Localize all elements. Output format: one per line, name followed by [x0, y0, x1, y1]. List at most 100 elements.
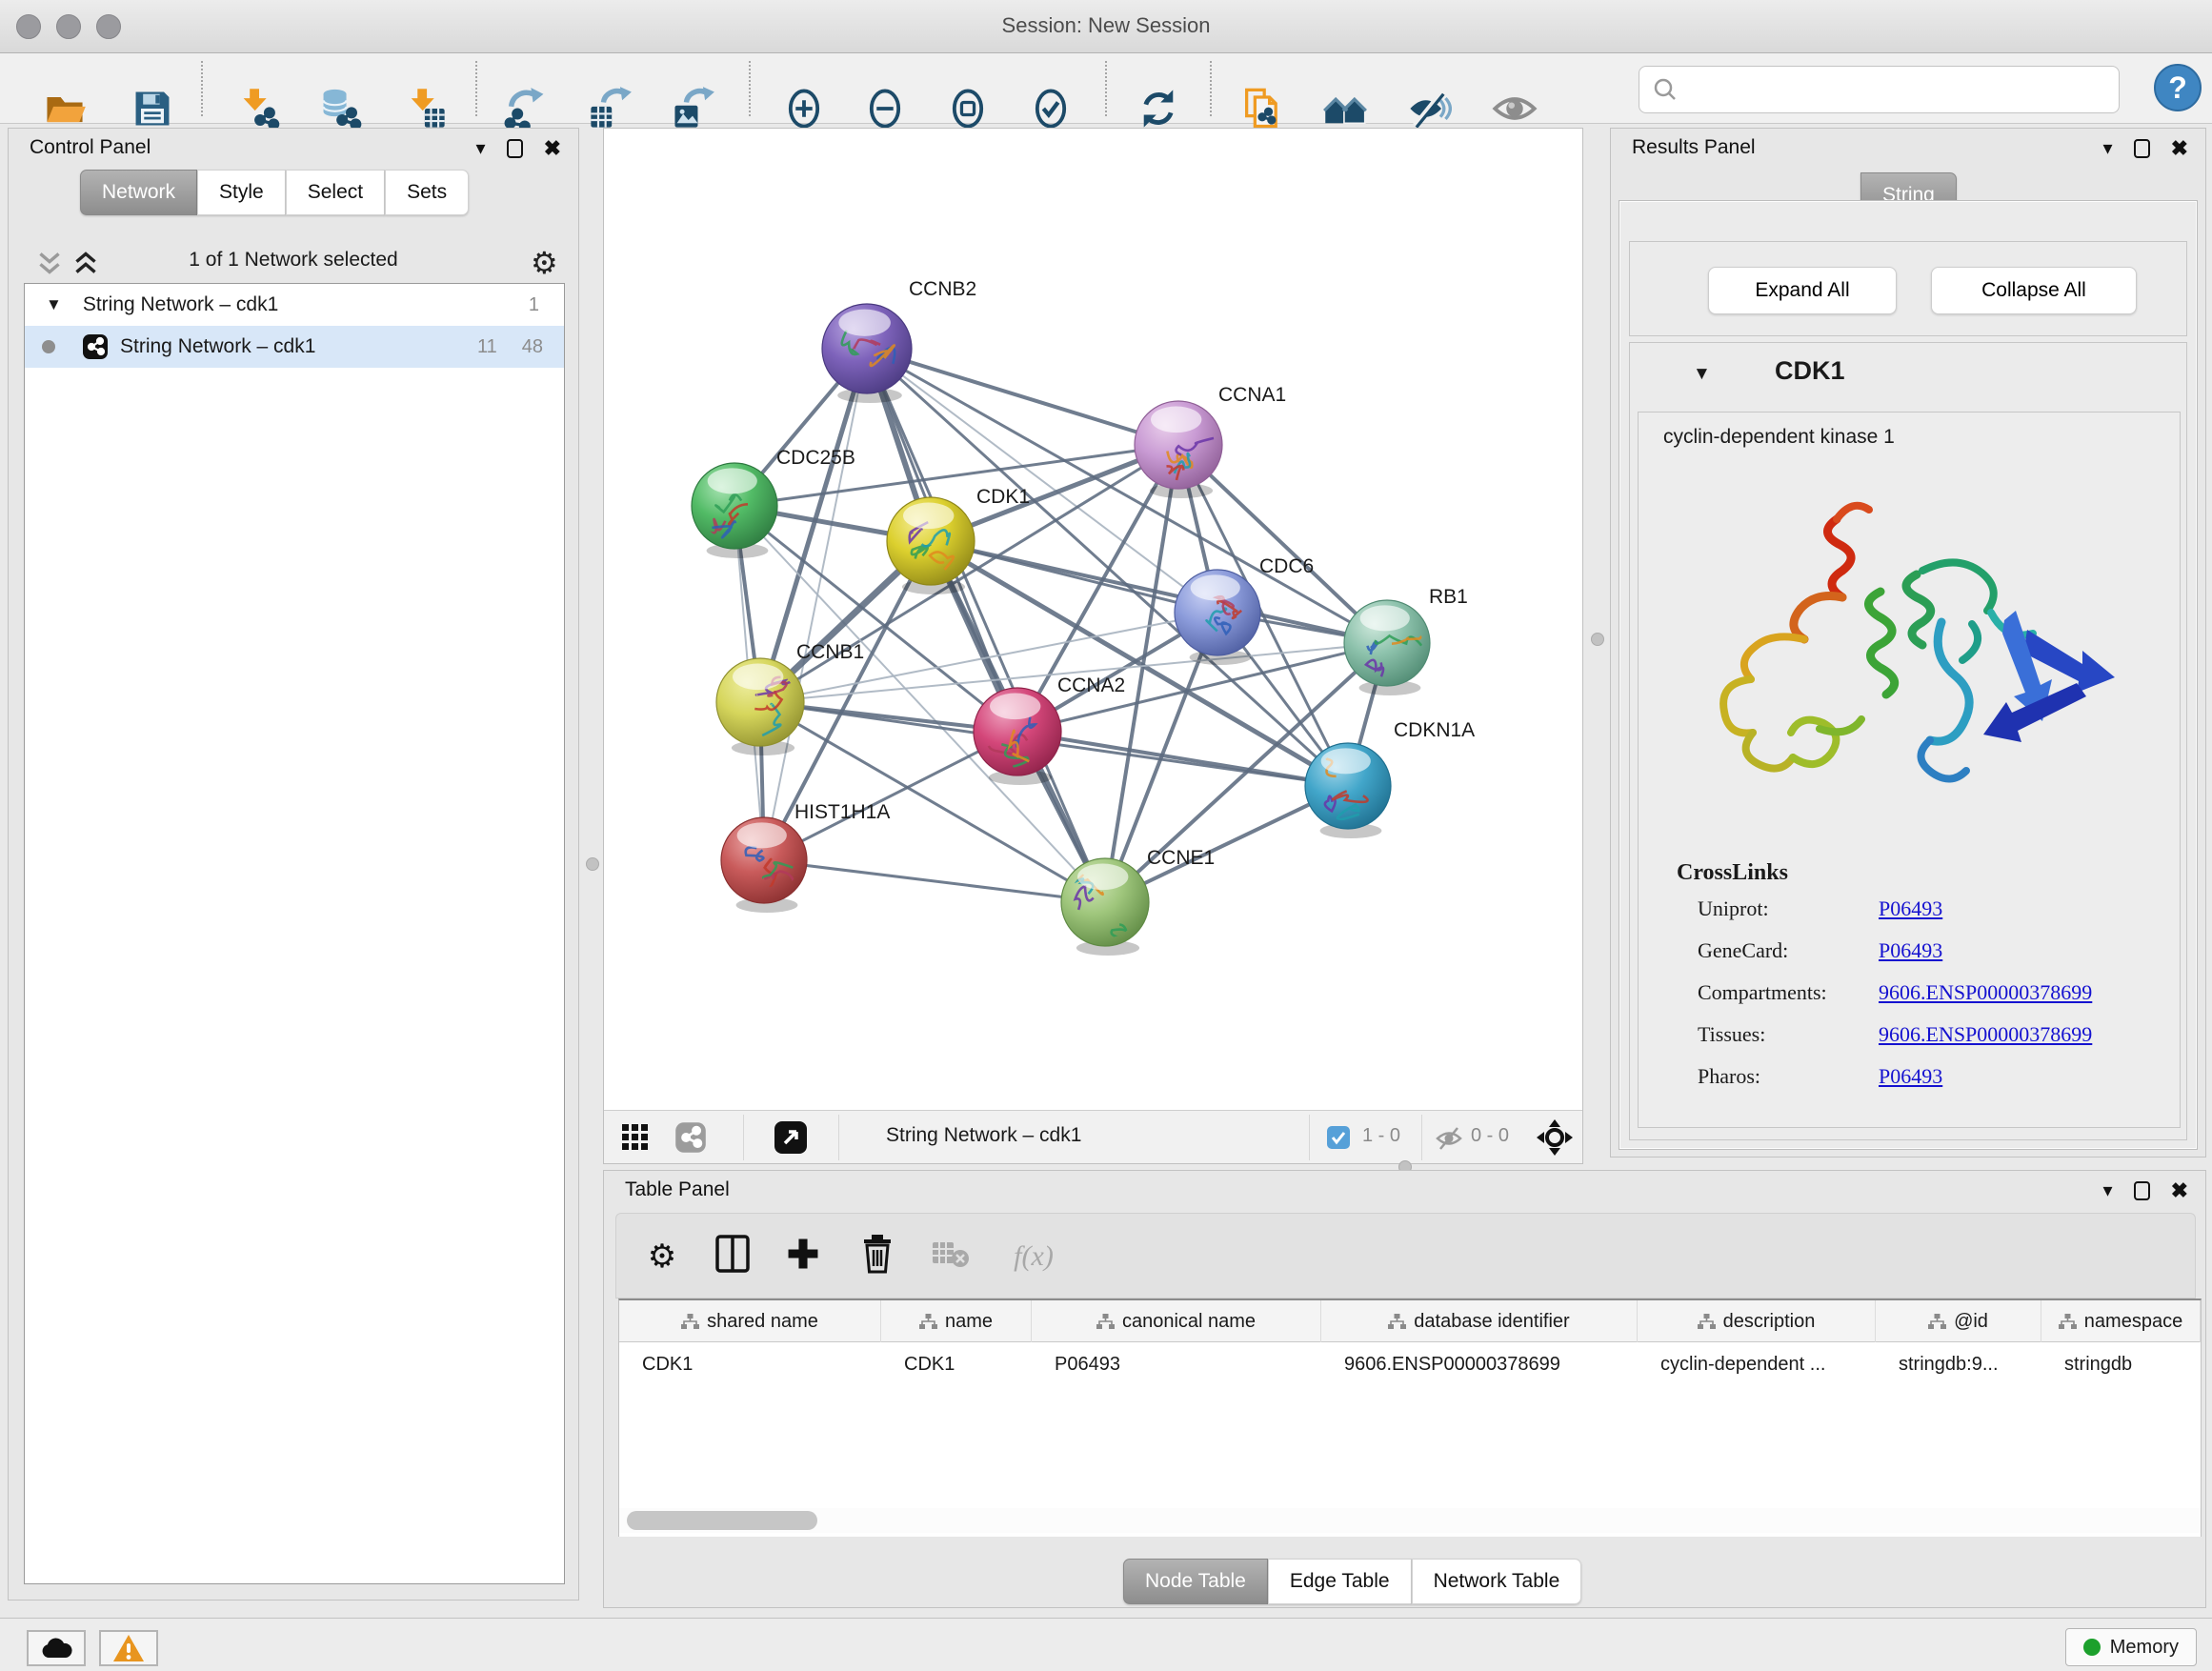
tab-style[interactable]: Style [197, 170, 286, 215]
network-node-RB1[interactable]: RB1 [1344, 586, 1468, 695]
network-row[interactable]: String Network – cdk1 11 48 [25, 326, 564, 368]
node-label-CDC25B: CDC25B [776, 447, 855, 469]
column-header-label: @id [1954, 1311, 1988, 1333]
network-edge[interactable] [764, 860, 1105, 902]
automation-status-button[interactable] [27, 1630, 86, 1666]
main-toolbar: ? [0, 53, 2212, 124]
network-node-CCNE1[interactable]: CCNE1 [1047, 847, 1215, 956]
svg-text:?: ? [2168, 70, 2187, 105]
network-edge[interactable] [764, 349, 867, 860]
tab-select[interactable]: Select [286, 170, 385, 215]
network-graph[interactable]: CCNB2CCNA1CDC25BCDK1CDC6RB1CCNB1CCNA2CDK… [604, 129, 1582, 1110]
table-cell[interactable]: stringdb [2041, 1344, 2201, 1384]
column-header-label: shared name [707, 1311, 818, 1333]
network-node-CCNB1[interactable]: CCNB1 [716, 641, 864, 755]
network-node-CDKN1A[interactable]: CDKN1A [1305, 719, 1475, 838]
show-columns-icon[interactable] [714, 1234, 751, 1279]
results-panel: Results Panel ▾ ✖ String Expand All Coll… [1610, 128, 2206, 1158]
control-panel-tabs: NetworkStyleSelectSets [80, 170, 469, 215]
help-icon[interactable]: ? [2151, 61, 2204, 120]
node-label-HIST1H1A: HIST1H1A [794, 801, 890, 823]
column-header-canonical-name[interactable]: canonical name [1032, 1300, 1321, 1342]
network-node-CCNB2[interactable]: CCNB2 [822, 278, 976, 403]
table-options-gear-icon[interactable]: ⚙ [648, 1238, 676, 1276]
crosslink-value-link[interactable]: 9606.ENSP00000378699 [1879, 1022, 2092, 1047]
column-header-namespace[interactable]: namespace [2041, 1300, 2201, 1342]
section-collapse-icon[interactable]: ▼ [1693, 364, 1711, 385]
table-toolbar: ⚙ f(x) [615, 1213, 2196, 1299]
panel-menu-icon[interactable]: ▾ [2103, 139, 2113, 158]
network-node-CCNA1[interactable]: CCNA1 [1135, 384, 1286, 498]
tab-network-table[interactable]: Network Table [1412, 1559, 1582, 1604]
toolbar-separator [475, 61, 477, 116]
network-edge[interactable] [867, 349, 1387, 643]
crosslink-value-link[interactable]: P06493 [1879, 896, 1942, 921]
column-header-name[interactable]: name [881, 1300, 1032, 1342]
table-cell[interactable]: CDK1 [881, 1344, 1032, 1384]
crosslinks-list: Uniprot:P06493GeneCard:P06493Compartment… [1639, 896, 2180, 1106]
right-splitter-handle[interactable] [1591, 633, 1604, 646]
warnings-button[interactable] [99, 1630, 158, 1666]
table-panel-title: Table Panel [625, 1178, 730, 1201]
network-collection-row[interactable]: ▼ String Network – cdk1 1 [25, 284, 564, 326]
table-cell[interactable]: stringdb:9... [1876, 1344, 2041, 1384]
network-edge[interactable] [867, 349, 1178, 445]
panel-float-icon[interactable] [2134, 1181, 2150, 1200]
search-icon [1651, 75, 1679, 104]
panel-menu-icon[interactable]: ▾ [2103, 1181, 2113, 1200]
panel-float-icon[interactable] [2134, 139, 2150, 158]
network-edge[interactable] [867, 349, 1105, 902]
crosshair-icon[interactable] [1536, 1118, 1574, 1162]
grid-view-icon[interactable] [621, 1123, 650, 1158]
control-panel-title: Control Panel [30, 136, 151, 159]
panel-close-icon[interactable]: ✖ [2171, 138, 2188, 159]
panel-menu-icon[interactable]: ▾ [476, 139, 486, 158]
panel-close-icon[interactable]: ✖ [544, 138, 561, 159]
column-header-shared-name[interactable]: shared name [619, 1300, 881, 1342]
selected-checkbox-icon[interactable] [1326, 1125, 1351, 1156]
column-header--id[interactable]: @id [1876, 1300, 2041, 1342]
table-cell[interactable]: P06493 [1032, 1344, 1321, 1384]
tree-expand-icon[interactable]: ▼ [46, 295, 62, 314]
network-type-icon [82, 333, 109, 360]
create-column-icon[interactable] [784, 1235, 822, 1278]
scrollbar-thumb[interactable] [627, 1511, 817, 1530]
node-label-CCNE1: CCNE1 [1147, 847, 1215, 869]
tab-node-table[interactable]: Node Table [1123, 1559, 1268, 1604]
network-options-gear-icon[interactable]: ⚙ [531, 245, 558, 281]
crosslink-label: Compartments: [1698, 980, 1827, 1005]
table-hscrollbar[interactable] [619, 1508, 2201, 1533]
gene-section: ▼ CDK1 cyclin-dependent kinase 1 [1629, 342, 2187, 1140]
delete-column-icon[interactable] [860, 1234, 895, 1279]
column-header-description[interactable]: description [1638, 1300, 1876, 1342]
results-panel-title: Results Panel [1632, 136, 1756, 159]
window-title: Session: New Session [0, 13, 2212, 38]
network-node-CDC25B[interactable]: CDC25B [692, 447, 855, 558]
tab-edge-table[interactable]: Edge Table [1268, 1559, 1412, 1604]
tab-network[interactable]: Network [80, 170, 197, 215]
collapse-all-button[interactable]: Collapse All [1931, 267, 2137, 314]
birds-eye-view-icon[interactable] [774, 1120, 808, 1160]
column-header-database-identifier[interactable]: database identifier [1321, 1300, 1638, 1342]
table-cell[interactable]: cyclin-dependent ... [1638, 1344, 1876, 1384]
memory-button[interactable]: Memory [2065, 1628, 2197, 1666]
expand-all-button[interactable]: Expand All [1708, 267, 1897, 314]
crosslink-value-link[interactable]: 9606.ENSP00000378699 [1879, 980, 2092, 1005]
network-share-icon[interactable] [674, 1121, 707, 1159]
network-view-title: String Network – cdk1 [886, 1124, 1081, 1147]
panel-close-icon[interactable]: ✖ [2171, 1180, 2188, 1201]
search-input[interactable] [1679, 79, 2089, 101]
search-field[interactable] [1639, 66, 2120, 113]
crosslink-value-link[interactable]: P06493 [1879, 938, 1942, 963]
crosslink-row: Pharos:P06493 [1639, 1064, 2180, 1097]
left-splitter-handle[interactable] [586, 857, 599, 871]
panel-float-icon[interactable] [507, 139, 523, 158]
table-cell[interactable]: 9606.ENSP00000378699 [1321, 1344, 1638, 1384]
status-bar: Memory [0, 1618, 2212, 1671]
tab-sets[interactable]: Sets [385, 170, 469, 215]
crosslink-row: Compartments: 9606.ENSP00000378699 [1639, 980, 2180, 1013]
crosslink-value-link[interactable]: P06493 [1879, 1064, 1942, 1089]
titlebar: Session: New Session [0, 0, 2212, 53]
table-cell[interactable]: CDK1 [619, 1344, 881, 1384]
network-node-HIST1H1A[interactable]: HIST1H1A [721, 801, 890, 913]
